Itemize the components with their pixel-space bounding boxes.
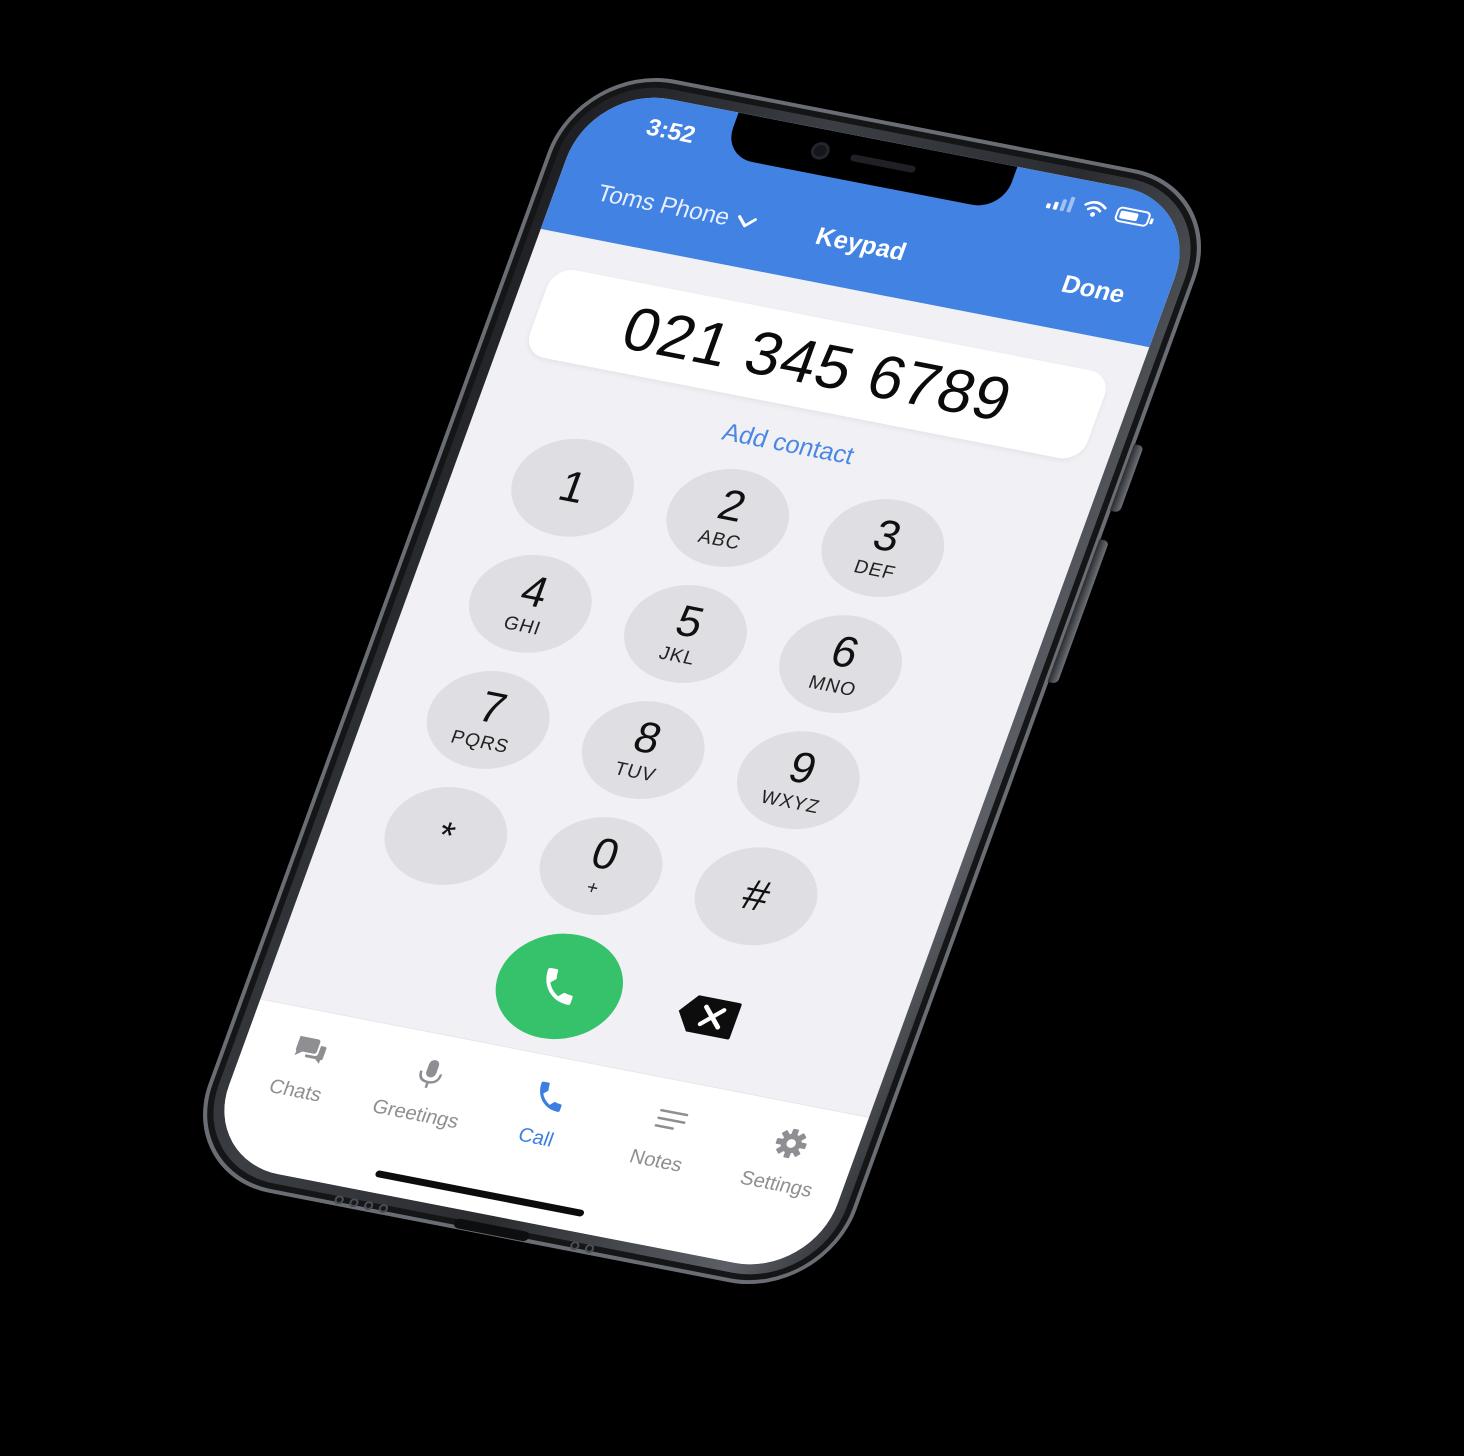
key-8[interactable]: 8 TUV bbox=[567, 691, 720, 810]
stage: 3:52 Toms Phone Keypad Done 021 345 6789… bbox=[0, 0, 1464, 1456]
backspace-button[interactable] bbox=[669, 990, 744, 1042]
tab-label: Greetings bbox=[369, 1095, 462, 1134]
speaker-grille-right bbox=[568, 1240, 596, 1254]
key-3[interactable]: 3 DEF bbox=[806, 489, 960, 608]
key-1[interactable]: 1 bbox=[496, 428, 649, 547]
front-camera-icon bbox=[808, 140, 833, 162]
backspace-icon bbox=[678, 995, 742, 1040]
key-digit: 4 bbox=[514, 566, 556, 618]
done-button[interactable]: Done bbox=[1057, 270, 1129, 310]
key-4[interactable]: 4 GHI bbox=[454, 544, 607, 663]
tab-call[interactable]: Call bbox=[478, 1069, 611, 1159]
key-letters: + bbox=[583, 877, 603, 900]
key-letters: MNO bbox=[805, 671, 860, 701]
key-digit: 5 bbox=[669, 596, 711, 648]
key-letters: PQRS bbox=[447, 726, 513, 758]
key-digit: 1 bbox=[552, 461, 594, 513]
key-2[interactable]: 2 ABC bbox=[651, 458, 804, 577]
phone-device: 3:52 Toms Phone Keypad Done 021 345 6789… bbox=[175, 61, 1229, 1301]
earpiece-speaker bbox=[849, 153, 917, 174]
key-digit: # bbox=[735, 870, 777, 922]
key-digit: 2 bbox=[711, 480, 753, 532]
key-digit: 8 bbox=[627, 712, 669, 764]
phone-icon bbox=[546, 967, 573, 1005]
key-hash[interactable]: # bbox=[679, 837, 833, 956]
key-7[interactable]: 7 PQRS bbox=[411, 660, 565, 779]
keypad: 1 2 ABC 3 DEF 4 GHI 5 JKL 6 MNO 7 PQRS 8 TUV 9W… bbox=[369, 428, 1022, 968]
key-digit: 6 bbox=[824, 626, 866, 678]
key-digit: 3 bbox=[866, 510, 908, 562]
key-6[interactable]: 6 MNO bbox=[764, 605, 917, 724]
tab-label: Notes bbox=[626, 1145, 686, 1177]
key-digit: 9 bbox=[782, 742, 824, 794]
tab-settings[interactable]: Settings bbox=[718, 1116, 851, 1206]
tab-greetings[interactable]: Greetings bbox=[357, 1046, 490, 1136]
speaker-grille-left bbox=[333, 1194, 390, 1215]
status-time: 3:52 bbox=[642, 114, 700, 149]
chat-bubbles-icon bbox=[294, 1035, 327, 1064]
key-letters: ABC bbox=[695, 526, 744, 555]
tab-chats[interactable]: Chats bbox=[237, 1022, 370, 1112]
tab-notes[interactable]: Notes bbox=[598, 1093, 731, 1183]
key-star[interactable]: * bbox=[369, 776, 523, 895]
key-5[interactable]: 5 JKL bbox=[609, 574, 762, 694]
key-letters: DEF bbox=[850, 556, 899, 585]
gear-icon bbox=[775, 1128, 807, 1159]
signal-icon bbox=[1045, 193, 1076, 213]
battery-level-fill bbox=[1118, 210, 1140, 222]
key-letters: WXYZ bbox=[757, 786, 823, 819]
status-icons bbox=[1045, 192, 1153, 229]
key-digit: 7 bbox=[471, 682, 513, 734]
key-0[interactable]: 0 + bbox=[524, 807, 678, 926]
phone-icon bbox=[540, 1081, 562, 1112]
wifi-icon bbox=[1084, 201, 1107, 217]
battery-icon bbox=[1113, 205, 1153, 228]
key-letters: TUV bbox=[611, 758, 659, 787]
call-button[interactable] bbox=[479, 923, 639, 1050]
tab-label: Call bbox=[515, 1123, 557, 1152]
key-digit: 0 bbox=[584, 828, 626, 880]
microphone-icon bbox=[418, 1059, 442, 1088]
tab-label: Settings bbox=[736, 1167, 816, 1202]
key-digit: * bbox=[431, 814, 461, 858]
tab-label: Chats bbox=[265, 1075, 325, 1107]
lines-icon bbox=[654, 1108, 688, 1130]
key-9[interactable]: 9 WXYZ bbox=[722, 721, 875, 840]
